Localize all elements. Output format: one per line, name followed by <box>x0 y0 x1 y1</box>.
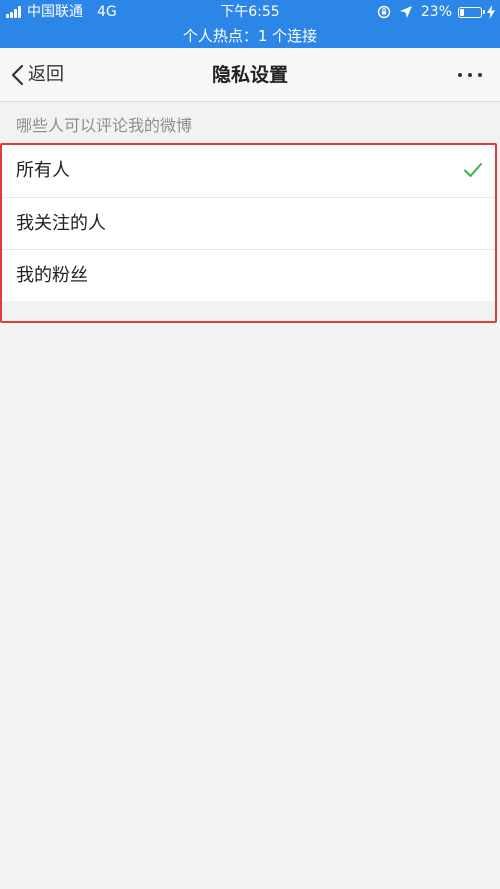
page-title: 隐私设置 <box>211 64 288 86</box>
back-button[interactable]: 返回 <box>10 48 64 102</box>
charge-icon <box>487 5 495 19</box>
option-following[interactable]: 我关注的人 <box>2 197 495 249</box>
nav-bar: 返回 隐私设置 <box>0 48 500 102</box>
status-row: 中国联通 4G 下午6:55 23% <box>0 0 500 24</box>
lock-rotation-icon <box>377 5 391 19</box>
more-icon <box>455 73 485 77</box>
option-everyone[interactable]: 所有人 <box>2 145 495 197</box>
battery-percent: 23% <box>420 4 452 20</box>
status-right: 23% <box>377 4 496 20</box>
chevron-left-icon <box>11 64 24 86</box>
hotspot-banner[interactable]: 个人热点：1 个连接 <box>0 27 500 45</box>
option-followers[interactable]: 我的粉丝 <box>2 249 495 301</box>
status-bar: 中国联通 4G 下午6:55 23% 个人热点：1 个连接 <box>0 0 500 48</box>
section-header: 哪些人可以评论我的微博 <box>16 116 193 135</box>
option-label: 我的粉丝 <box>16 264 88 286</box>
more-button[interactable] <box>452 48 488 102</box>
battery-icon <box>458 6 485 18</box>
checkmark-icon <box>464 163 482 177</box>
back-label: 返回 <box>28 64 64 85</box>
option-label: 我关注的人 <box>16 212 106 234</box>
location-icon <box>399 6 412 18</box>
options-list: 所有人 我关注的人 我的粉丝 <box>0 143 497 323</box>
option-label: 所有人 <box>16 160 70 181</box>
